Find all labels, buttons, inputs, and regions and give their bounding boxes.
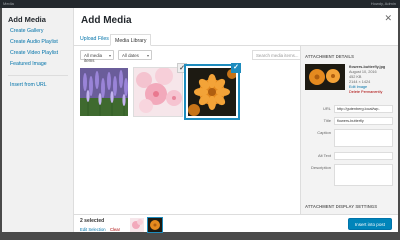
selected-thumb-flowers-butterfly[interactable] — [148, 218, 162, 232]
alt-text-field[interactable] — [334, 152, 393, 160]
close-icon[interactable]: ✕ — [384, 13, 392, 24]
pink-blossom-image — [134, 67, 182, 116]
title-label: Title — [323, 118, 331, 123]
menu-title[interactable]: Add Media — [8, 15, 46, 24]
router-tabs: Upload Files Media Library — [74, 34, 398, 46]
date-filter-select[interactable]: All dates ▾ — [118, 50, 152, 60]
chevron-down-icon: ▾ — [146, 53, 149, 58]
details-date: August 10, 2016 — [349, 70, 377, 74]
selected-thumb-pink-blossom[interactable] — [130, 218, 144, 232]
admin-bar-left[interactable]: Media — [3, 1, 14, 6]
details-dimensions: 2144 × 1424 — [349, 80, 371, 84]
type-filter-value: All media items — [84, 53, 103, 63]
attachment-details-panel: ATTACHMENT DETAILS flowers-butterfly.jpg… — [300, 46, 398, 222]
menu-item-featured-image[interactable]: Featured Image — [10, 61, 47, 67]
details-preview-image — [305, 64, 345, 90]
check-icon[interactable]: ✓ — [177, 63, 187, 73]
description-field[interactable] — [334, 164, 393, 186]
media-modal: Add Media Create Gallery Create Audio Pl… — [2, 8, 398, 232]
delete-permanently-link[interactable]: Delete Permanently — [349, 90, 382, 94]
modal-title: Add Media — [81, 15, 132, 26]
chevron-down-icon: ▾ — [108, 53, 111, 58]
tab-upload-files[interactable]: Upload Files — [80, 36, 109, 42]
attachment-pink-blossom[interactable]: ✓ — [133, 63, 187, 117]
details-filename: flowers-butterfly.jpg — [349, 65, 386, 69]
details-heading: ATTACHMENT DETAILS — [305, 54, 355, 59]
title-field[interactable]: flowers-butterfly — [334, 117, 393, 125]
date-filter-value: All dates — [122, 53, 139, 58]
admin-bar: Media Howdy, Admin — [0, 0, 400, 8]
alt-text-label: Alt Text — [317, 153, 331, 158]
clear-selection-link[interactable]: Clear — [110, 227, 120, 232]
check-icon[interactable]: ✓ — [231, 63, 241, 73]
menu-separator — [8, 75, 68, 76]
menu-item-video-playlist[interactable]: Create Video Playlist — [10, 50, 58, 56]
edit-selection-link[interactable]: Edit Selection — [80, 227, 106, 232]
menu-item-insert-url[interactable]: Insert from URL — [10, 82, 47, 88]
attachment-flowers-butterfly[interactable]: ✓ — [188, 63, 241, 116]
edit-image-link[interactable]: Edit Image — [349, 85, 367, 89]
description-label: Description — [310, 165, 331, 170]
insert-into-post-button[interactable]: Insert into post — [347, 218, 392, 230]
url-label: URL — [322, 106, 331, 111]
url-field[interactable]: http://gutenberg.local/wp- — [334, 105, 393, 113]
caption-field[interactable] — [334, 129, 393, 147]
attachment-lavender[interactable] — [80, 68, 128, 116]
menu-item-audio-playlist[interactable]: Create Audio Playlist — [10, 39, 58, 45]
caption-label: Caption — [317, 130, 331, 135]
menu-item-create-gallery[interactable]: Create Gallery — [10, 28, 43, 34]
type-filter-select[interactable]: All media items ▾ — [80, 50, 114, 63]
tab-media-library[interactable]: Media Library — [110, 34, 152, 46]
flowers-butterfly-image — [188, 68, 237, 116]
media-frame-content: Add Media ✕ Upload Files Media Library A… — [74, 8, 398, 232]
media-menu: Add Media Create Gallery Create Audio Pl… — [2, 8, 74, 232]
admin-bar-user[interactable]: Howdy, Admin — [371, 1, 396, 6]
details-filesize: 452 KB — [349, 75, 362, 79]
lavender-image — [80, 68, 128, 116]
display-settings-heading: ATTACHMENT DISPLAY SETTINGS — [305, 204, 378, 209]
selection-count: 2 selected — [80, 218, 105, 224]
media-toolbar: 2 selected Edit Selection Clear Insert i… — [74, 214, 398, 232]
